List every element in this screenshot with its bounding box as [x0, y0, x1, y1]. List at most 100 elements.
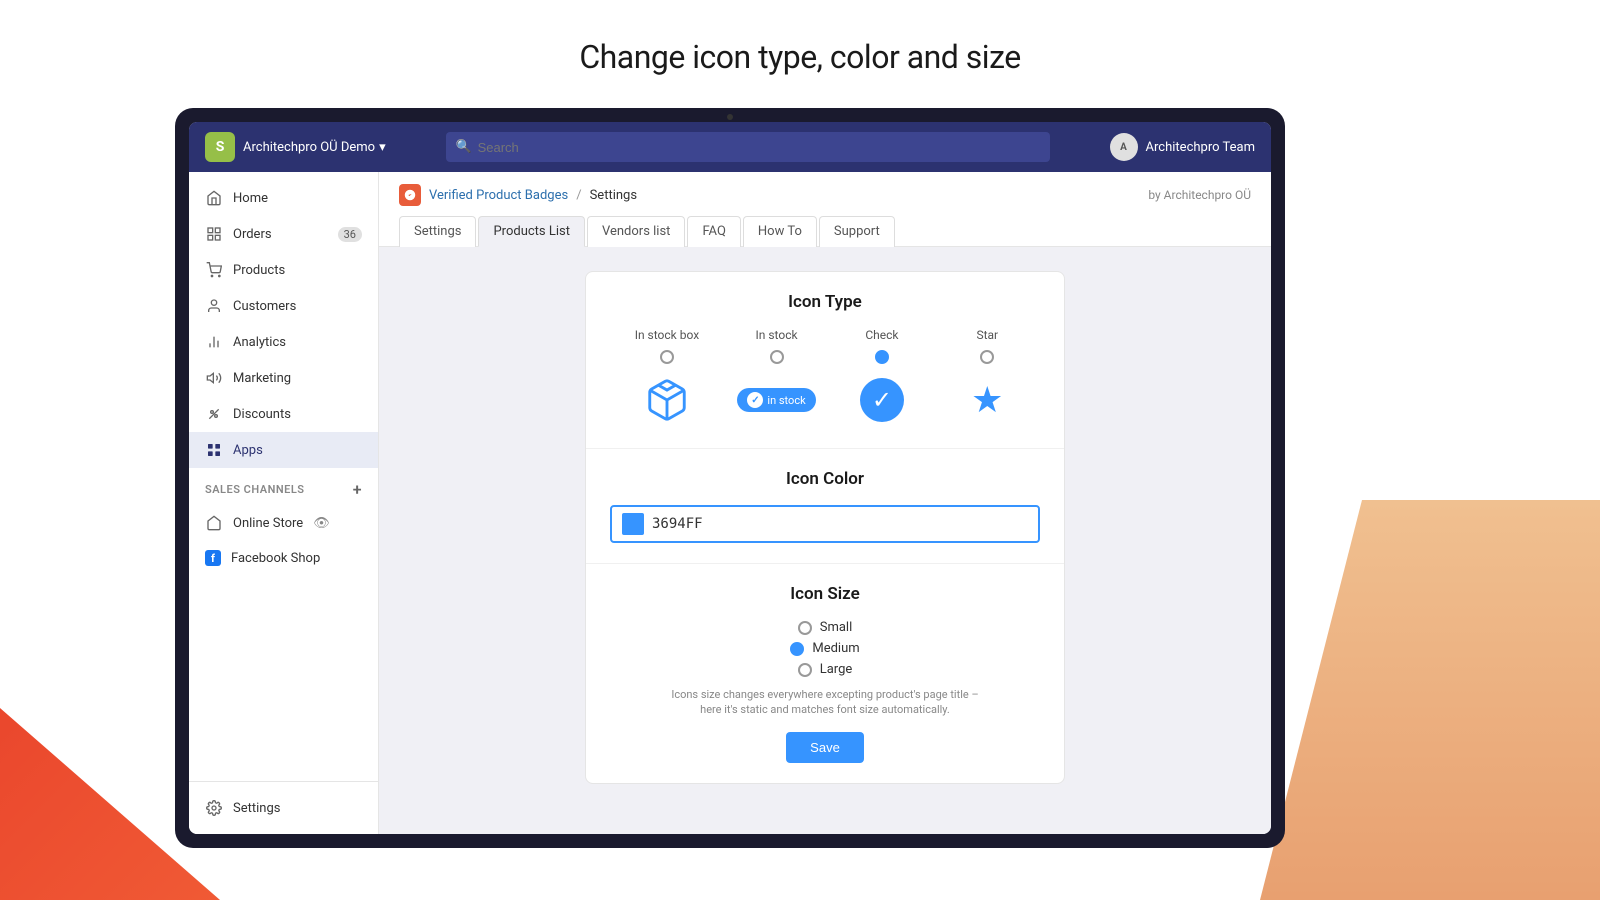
- check-circle-icon: ✓: [860, 378, 904, 422]
- content-area: Verified Product Badges / Settings by Ar…: [379, 172, 1271, 834]
- in-stock-radio[interactable]: [770, 350, 784, 364]
- apps-icon: [205, 441, 223, 459]
- size-option-small[interactable]: Small: [798, 620, 853, 635]
- size-large-label: Large: [820, 662, 853, 677]
- save-btn-wrapper: Save: [610, 732, 1040, 763]
- size-small-radio[interactable]: [798, 621, 812, 635]
- icon-option-check[interactable]: Check ✓: [854, 328, 910, 428]
- sidebar-item-facebook-shop[interactable]: f Facebook Shop: [189, 541, 378, 575]
- tab-how-to[interactable]: How To: [743, 216, 817, 247]
- sidebar-item-home[interactable]: Home: [189, 180, 378, 216]
- user-name-label: Architechpro Team: [1146, 140, 1255, 155]
- sidebar-item-online-store[interactable]: Online Store 👁: [189, 505, 378, 541]
- icon-option-star[interactable]: Star ★: [959, 328, 1015, 428]
- breadcrumb: Verified Product Badges / Settings by Ar…: [399, 184, 1251, 206]
- icon-color-section: Icon Color 3694FF: [586, 449, 1064, 564]
- tab-faq[interactable]: FAQ: [687, 216, 740, 247]
- sidebar-label-products: Products: [233, 263, 285, 278]
- breadcrumb-app-name[interactable]: Verified Product Badges: [429, 188, 568, 203]
- sidebar-label-customers: Customers: [233, 299, 296, 314]
- size-note: Icons size changes everywhere excepting …: [665, 687, 985, 718]
- icon-color-title: Icon Color: [610, 469, 1040, 489]
- sidebar-label-discounts: Discounts: [233, 407, 291, 422]
- color-value: 3694FF: [652, 516, 703, 532]
- sidebar-bottom: Settings: [189, 781, 378, 834]
- size-medium-radio[interactable]: [790, 642, 804, 656]
- app-header: Verified Product Badges / Settings by Ar…: [379, 172, 1271, 247]
- search-icon: 🔍: [456, 140, 472, 155]
- facebook-icon: f: [205, 550, 221, 566]
- size-small-label: Small: [820, 620, 853, 635]
- store-name[interactable]: Architechpro OÜ Demo ▾: [243, 140, 386, 155]
- avatar: A: [1110, 133, 1138, 161]
- settings-icon: [205, 799, 223, 817]
- color-input-wrapper[interactable]: 3694FF: [610, 505, 1040, 543]
- size-option-medium[interactable]: Medium: [790, 641, 859, 656]
- size-option-large[interactable]: Large: [798, 662, 853, 677]
- icon-type-title: Icon Type: [610, 292, 1040, 312]
- icon-option-in-stock[interactable]: In stock ✓ in stock: [749, 328, 805, 428]
- settings-card: Icon Type In stock box: [585, 271, 1065, 784]
- icon-option-in-stock-box[interactable]: In stock box: [635, 328, 699, 428]
- star-label: Star: [976, 328, 998, 342]
- sidebar-item-marketing[interactable]: Marketing: [189, 360, 378, 396]
- nav-user[interactable]: A Architechpro Team: [1110, 133, 1255, 161]
- nav-search-area: 🔍: [446, 132, 1050, 162]
- size-large-radio[interactable]: [798, 663, 812, 677]
- analytics-icon: [205, 333, 223, 351]
- sales-channels-section: SALES CHANNELS +: [189, 468, 378, 505]
- products-icon: [205, 261, 223, 279]
- icon-type-grid: In stock box: [610, 328, 1040, 428]
- star-radio[interactable]: [980, 350, 994, 364]
- eye-icon[interactable]: 👁: [313, 516, 330, 531]
- check-radio[interactable]: [875, 350, 889, 364]
- color-swatch: [622, 513, 644, 535]
- search-input[interactable]: [446, 132, 1050, 162]
- dropdown-arrow-icon: ▾: [379, 140, 386, 155]
- camera-dot: [727, 114, 733, 120]
- tab-vendors-list[interactable]: Vendors list: [587, 216, 685, 247]
- sidebar-label-online-store: Online Store: [233, 516, 303, 531]
- in-stock-box-radio[interactable]: [660, 350, 674, 364]
- home-icon: [205, 189, 223, 207]
- add-channel-button[interactable]: +: [353, 480, 362, 499]
- instock-badge-check: ✓: [747, 392, 763, 408]
- main-layout: Home Orders 36 Products: [189, 172, 1271, 834]
- orders-icon: [205, 225, 223, 243]
- in-stock-box-preview: [639, 372, 695, 428]
- sidebar-label-orders: Orders: [233, 227, 272, 242]
- star-icon: ★: [971, 379, 1003, 421]
- tab-settings[interactable]: Settings: [399, 216, 476, 247]
- sidebar-item-apps[interactable]: Apps: [189, 432, 378, 468]
- sidebar-item-orders[interactable]: Orders 36: [189, 216, 378, 252]
- discounts-icon: [205, 405, 223, 423]
- sidebar-item-analytics[interactable]: Analytics: [189, 324, 378, 360]
- sidebar: Home Orders 36 Products: [189, 172, 379, 834]
- size-medium-label: Medium: [812, 641, 859, 656]
- online-store-icon: [205, 514, 223, 532]
- shopify-logo: S: [205, 132, 235, 162]
- app-tabs: Settings Products List Vendors list FAQ …: [399, 216, 1251, 246]
- tab-products-list[interactable]: Products List: [478, 216, 585, 247]
- sidebar-label-analytics: Analytics: [233, 335, 286, 350]
- sidebar-label-home: Home: [233, 191, 268, 206]
- marketing-icon: [205, 369, 223, 387]
- icon-type-section: Icon Type In stock box: [586, 272, 1064, 449]
- check-label: Check: [865, 328, 898, 342]
- tab-support[interactable]: Support: [819, 216, 895, 247]
- check-preview: ✓: [854, 372, 910, 428]
- sidebar-label-settings: Settings: [233, 801, 280, 816]
- sidebar-label-marketing: Marketing: [233, 371, 291, 386]
- in-stock-box-label: In stock box: [635, 328, 699, 342]
- sidebar-item-discounts[interactable]: Discounts: [189, 396, 378, 432]
- instock-badge: ✓ in stock: [737, 388, 815, 412]
- sidebar-item-products[interactable]: Products: [189, 252, 378, 288]
- top-nav: S Architechpro OÜ Demo ▾ 🔍 A Architechpr…: [189, 122, 1271, 172]
- sidebar-spacer: [189, 575, 378, 781]
- sidebar-item-customers[interactable]: Customers: [189, 288, 378, 324]
- icon-size-section: Icon Size Small Medium: [586, 564, 1064, 783]
- by-label: by Architechpro OÜ: [1148, 188, 1251, 202]
- save-button[interactable]: Save: [786, 732, 864, 763]
- sidebar-item-settings[interactable]: Settings: [189, 790, 378, 826]
- main-panel: Icon Type In stock box: [379, 247, 1271, 808]
